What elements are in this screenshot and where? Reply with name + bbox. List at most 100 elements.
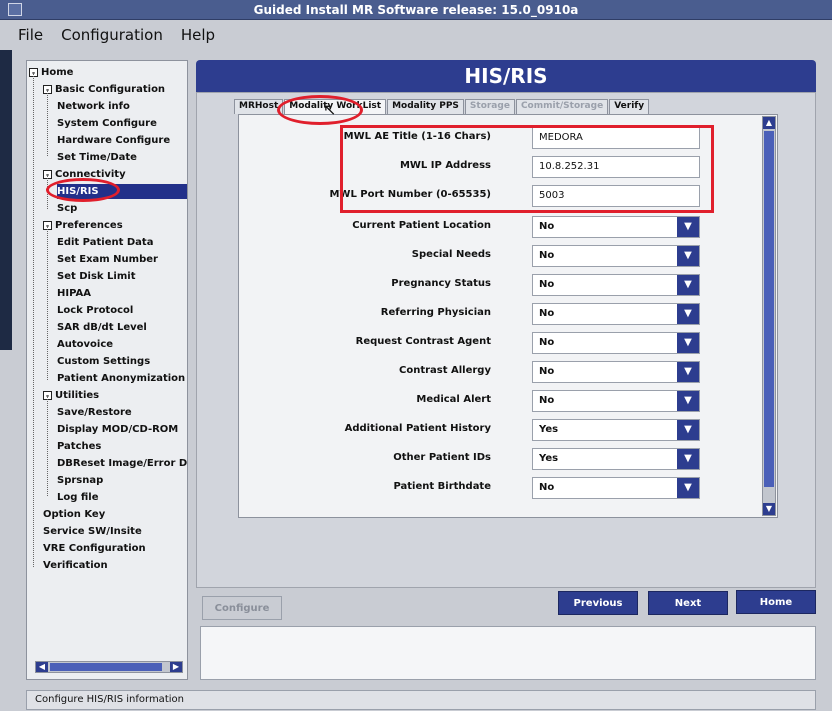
form-row: Patient Birthdate No ▼ xyxy=(239,477,761,499)
scroll-left-icon[interactable]: ◀ xyxy=(36,662,48,672)
sidebar-item-save-restore[interactable]: Save/Restore xyxy=(57,405,132,420)
tree-connector xyxy=(33,73,34,567)
sidebar-item-display-mod-cd-rom[interactable]: Display MOD/CD-ROM xyxy=(57,422,178,437)
menu-help[interactable]: Help xyxy=(175,24,221,46)
select-value: No xyxy=(539,482,555,493)
sidebar-item-set-disk-limit[interactable]: Set Disk Limit xyxy=(57,269,136,284)
previous-button[interactable]: Previous xyxy=(558,591,638,615)
chevron-down-icon[interactable]: ▼ xyxy=(677,420,699,440)
field-label: MWL IP Address xyxy=(399,160,491,171)
desktop-edge xyxy=(0,50,12,350)
sidebar-item-label: VRE Configuration xyxy=(43,543,146,554)
chevron-down-icon[interactable]: ▼ xyxy=(677,478,699,498)
mwl-ip-address-field[interactable]: 10.8.252.31 xyxy=(532,156,700,178)
select-value: No xyxy=(539,279,555,290)
chevron-down-icon[interactable]: ▼ xyxy=(677,362,699,382)
sidebar-item-utilities[interactable]: - Utilities xyxy=(43,388,99,403)
sidebar-item-autovoice[interactable]: Autovoice xyxy=(57,337,113,352)
mwl-ae-title-field[interactable]: MEDORA xyxy=(532,127,700,149)
additional-patient-history-select[interactable]: Yes ▼ xyxy=(532,419,700,441)
sidebar-item-sprsnap[interactable]: Sprsnap xyxy=(57,473,103,488)
scroll-down-icon[interactable]: ▼ xyxy=(763,503,775,515)
sidebar-item-label: Verification xyxy=(43,560,108,571)
sidebar-item-home[interactable]: - Home xyxy=(29,65,73,80)
patient-birthdate-select[interactable]: No ▼ xyxy=(532,477,700,499)
sidebar-item-option-key[interactable]: Option Key xyxy=(43,507,105,522)
special-needs-select[interactable]: No ▼ xyxy=(532,245,700,267)
window-titlebar: Guided Install MR Software release: 15.0… xyxy=(0,0,832,20)
sidebar-horizontal-scrollbar[interactable]: ◀ ▶ xyxy=(35,661,183,673)
medical-alert-select[interactable]: No ▼ xyxy=(532,390,700,412)
sidebar-item-label: Save/Restore xyxy=(57,407,132,418)
sidebar-item-label: Sprsnap xyxy=(57,475,104,486)
pregnancy-status-select[interactable]: No ▼ xyxy=(532,274,700,296)
chevron-down-icon[interactable]: ▼ xyxy=(677,217,699,237)
form-row: Referring Physician No ▼ xyxy=(239,303,761,325)
scroll-up-icon[interactable]: ▲ xyxy=(763,117,775,129)
sidebar-item-system-configure[interactable]: System Configure xyxy=(57,116,157,131)
other-patient-ids-select[interactable]: Yes ▼ xyxy=(532,448,700,470)
current-patient-location-select[interactable]: No ▼ xyxy=(532,216,700,238)
sidebar-item-custom-settings[interactable]: Custom Settings xyxy=(57,354,150,369)
sidebar-item-his-ris[interactable]: HIS/RIS xyxy=(57,184,187,199)
sidebar-item-patient-anonymization-s[interactable]: Patient Anonymization S xyxy=(57,371,187,386)
menu-file[interactable]: File xyxy=(12,24,49,46)
next-button[interactable]: Next xyxy=(648,591,728,615)
window-menu-icon[interactable] xyxy=(8,3,22,16)
field-label: MWL AE Title (1-16 Chars) xyxy=(343,131,491,142)
sidebar-item-hipaa[interactable]: HIPAA xyxy=(57,286,91,301)
select-value: No xyxy=(539,366,555,377)
configure-button[interactable]: Configure xyxy=(202,596,282,620)
sidebar-item-label: Home xyxy=(41,67,74,78)
referring-physician-select[interactable]: No ▼ xyxy=(532,303,700,325)
sidebar-item-connectivity[interactable]: - Connectivity xyxy=(43,167,126,182)
sidebar-item-label: DBReset Image/Error DE xyxy=(57,458,187,469)
sidebar-item-log-file[interactable]: Log file xyxy=(57,490,99,505)
tab-mrhost[interactable]: MRHost xyxy=(234,99,284,114)
tab-verify[interactable]: Verify xyxy=(609,99,650,114)
scrollbar-thumb[interactable] xyxy=(50,663,162,671)
field-label: Current Patient Location xyxy=(352,220,491,231)
sidebar-item-set-exam-number[interactable]: Set Exam Number xyxy=(57,252,158,267)
sidebar-item-label: Basic Configuration xyxy=(55,84,166,95)
sidebar-item-patches[interactable]: Patches xyxy=(57,439,101,454)
scroll-right-icon[interactable]: ▶ xyxy=(170,662,182,672)
field-label: Special Needs xyxy=(411,249,491,260)
sidebar-item-hardware-configure[interactable]: Hardware Configure xyxy=(57,133,170,148)
tab-storage: Storage xyxy=(464,99,515,114)
sidebar-item-label: Set Time/Date xyxy=(57,152,137,163)
sidebar-item-sar-db-dt-level[interactable]: SAR dB/dt Level xyxy=(57,320,147,335)
sidebar-item-basic-configuration[interactable]: - Basic Configuration xyxy=(43,82,165,97)
sidebar-item-dbreset-image-error-de[interactable]: DBReset Image/Error DE xyxy=(57,456,187,471)
sidebar-item-label: HIS/RIS xyxy=(57,186,99,197)
chevron-down-icon[interactable]: ▼ xyxy=(677,391,699,411)
sidebar-item-lock-protocol[interactable]: Lock Protocol xyxy=(57,303,133,318)
chevron-down-icon[interactable]: ▼ xyxy=(677,246,699,266)
sidebar-item-network-info[interactable]: Network info xyxy=(57,99,130,114)
tab-modality-pps[interactable]: Modality PPS xyxy=(387,99,464,114)
chevron-down-icon[interactable]: ▼ xyxy=(677,449,699,469)
contrast-allergy-select[interactable]: No ▼ xyxy=(532,361,700,383)
mwl-port-number-field[interactable]: 5003 xyxy=(532,185,700,207)
sidebar-item-vre-configuration[interactable]: VRE Configuration xyxy=(43,541,146,556)
sidebar-item-preferences[interactable]: - Preferences xyxy=(43,218,123,233)
sidebar-item-verification[interactable]: Verification xyxy=(43,558,108,573)
sidebar-item-set-time-date[interactable]: Set Time/Date xyxy=(57,150,137,165)
sidebar-item-label: Hardware Configure xyxy=(57,135,171,146)
sidebar-item-label: Network info xyxy=(57,101,130,112)
sidebar-item-label: Utilities xyxy=(55,390,100,401)
sidebar-item-label: HIPAA xyxy=(57,288,91,299)
chevron-down-icon[interactable]: ▼ xyxy=(677,333,699,353)
sidebar-item-service-sw-insite[interactable]: Service SW/Insite xyxy=(43,524,142,539)
sidebar-item-label: Patches xyxy=(57,441,102,452)
sidebar-item-edit-patient-data[interactable]: Edit Patient Data xyxy=(57,235,153,250)
form-vertical-scrollbar[interactable]: ▲ ▼ xyxy=(762,116,776,516)
menu-configuration[interactable]: Configuration xyxy=(55,24,169,46)
sidebar-item-scp[interactable]: Scp xyxy=(57,201,77,216)
chevron-down-icon[interactable]: ▼ xyxy=(677,304,699,324)
request-contrast-agent-select[interactable]: No ▼ xyxy=(532,332,700,354)
sidebar-item-label: Service SW/Insite xyxy=(43,526,142,537)
home-button[interactable]: Home xyxy=(736,590,816,614)
chevron-down-icon[interactable]: ▼ xyxy=(677,275,699,295)
scrollbar-thumb[interactable] xyxy=(764,131,774,487)
